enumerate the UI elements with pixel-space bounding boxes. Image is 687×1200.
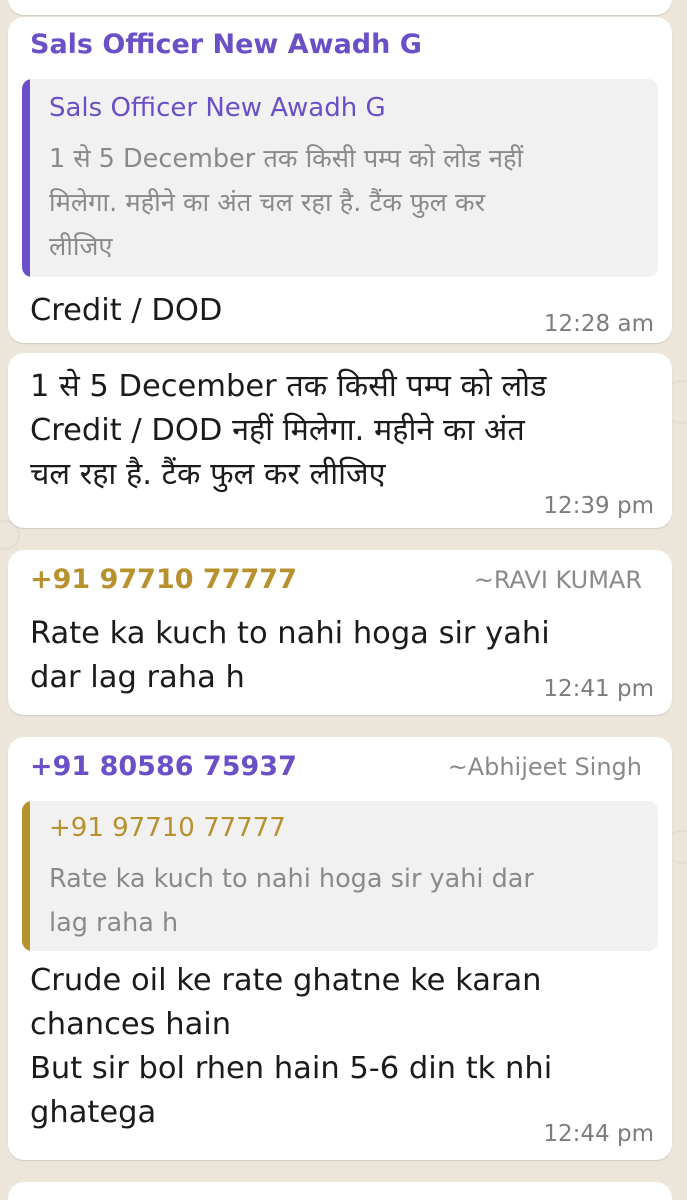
quoted-message[interactable]: Sals Officer New Awadh G 1 से 5 December…	[22, 79, 658, 277]
message-text-line: dar lag raha h	[30, 660, 245, 695]
previous-message-bubble[interactable]	[8, 0, 672, 15]
sender-phone[interactable]: +91 80586 75937	[30, 751, 297, 782]
quoted-author: Sals Officer New Awadh G	[49, 93, 386, 123]
message-text-line: But sir bol rhen hain 5-6 din tk nhi	[30, 1051, 553, 1086]
sender-alias: ~RAVI KUMAR	[473, 566, 642, 594]
message-text: 1 से 5 December तक किसी पम्प को लोड Cred…	[30, 365, 546, 497]
message-text-line: Credit / DOD नहीं मिलेगा. महीने का अंत	[30, 413, 525, 448]
message-text-line: 1 से 5 December तक किसी पम्प को लोड	[30, 369, 547, 404]
quoted-text-line: 1 से 5 December तक किसी पम्प को लोड नहीं	[49, 144, 524, 174]
message-bubble[interactable]: 1 से 5 December तक किसी पम्प को लोड Cred…	[8, 353, 672, 528]
message-text: Rate ka kuch to nahi hoga sir yahi dar l…	[30, 612, 550, 700]
sender-phone[interactable]: +91 97710 77777	[30, 564, 297, 595]
message-text-line: Crude oil ke rate ghatne ke karan	[30, 963, 542, 998]
message-text: Crude oil ke rate ghatne ke karan chance…	[30, 959, 552, 1135]
message-text-line: ghatega	[30, 1095, 157, 1130]
quote-accent-bar	[22, 801, 30, 951]
quoted-text-line: लीजिए	[49, 232, 113, 262]
quoted-message[interactable]: +91 97710 77777 Rate ka kuch to nahi hog…	[22, 801, 658, 951]
quoted-author: +91 97710 77777	[49, 813, 286, 843]
message-text-line: चल रहा है. टैंक फुल कर लीजिए	[30, 457, 386, 492]
sender-name[interactable]: Sals Officer New Awadh G	[30, 29, 422, 60]
message-text-line: Rate ka kuch to nahi hoga sir yahi	[30, 616, 550, 651]
quoted-text: Rate ka kuch to nahi hoga sir yahi dar l…	[49, 857, 638, 945]
message-timestamp: 12:44 pm	[543, 1121, 654, 1147]
quote-accent-bar	[22, 79, 30, 277]
next-message-bubble[interactable]	[8, 1182, 672, 1200]
message-timestamp: 12:39 pm	[543, 493, 654, 519]
sender-alias: ~Abhijeet Singh	[447, 753, 642, 781]
quoted-text-line: Rate ka kuch to nahi hoga sir yahi dar	[49, 864, 534, 894]
message-bubble[interactable]: +91 97710 77777 ~RAVI KUMAR Rate ka kuch…	[8, 550, 672, 715]
quoted-text: 1 से 5 December तक किसी पम्प को लोड नहीं…	[49, 137, 638, 269]
message-bubble[interactable]: +91 80586 75937 ~Abhijeet Singh +91 9771…	[8, 737, 672, 1160]
quoted-text-line: मिलेगा. महीने का अंत चल रहा है. टैंक फुल…	[49, 188, 486, 218]
message-bubble[interactable]: Sals Officer New Awadh G Sals Officer Ne…	[8, 17, 672, 343]
message-timestamp: 12:28 am	[543, 311, 654, 337]
message-text-line: chances hain	[30, 1007, 232, 1042]
quoted-text-line: lag raha h	[49, 908, 179, 938]
message-timestamp: 12:41 pm	[543, 676, 654, 702]
message-text-line: Credit / DOD	[30, 293, 223, 328]
message-text: Credit / DOD	[30, 289, 222, 333]
